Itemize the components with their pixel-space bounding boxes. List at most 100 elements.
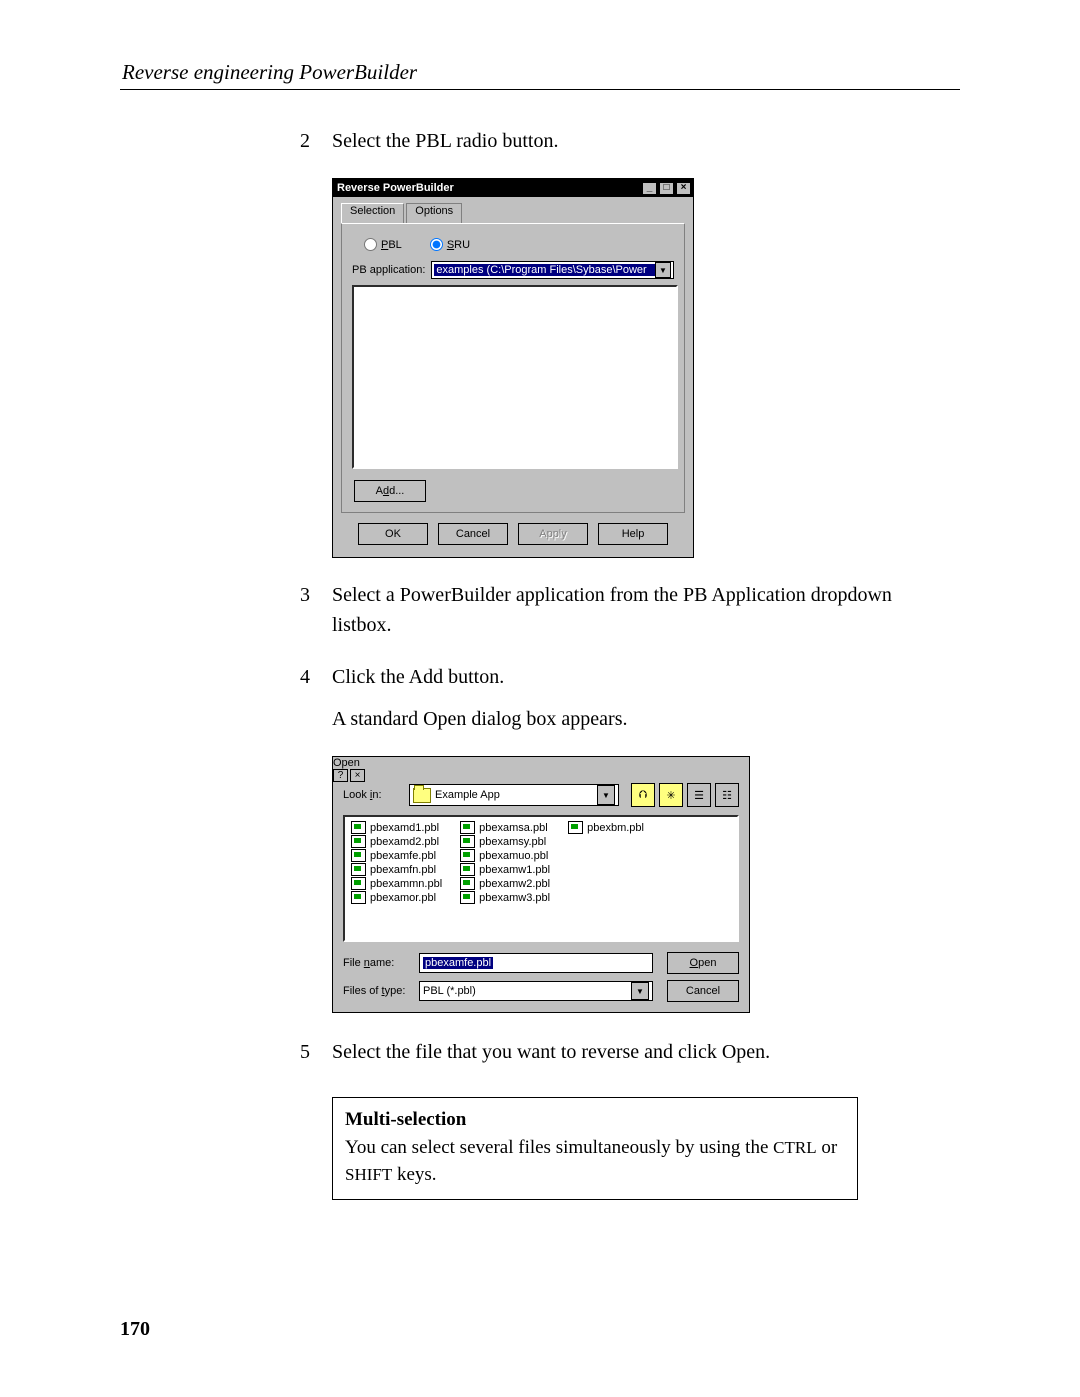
look-in-label: Look in:	[343, 789, 403, 801]
list-item[interactable]: pbexammn.pbl	[351, 877, 442, 890]
list-item[interactable]: pbexamsa.pbl	[460, 821, 550, 834]
tab-options[interactable]: Options	[406, 203, 462, 223]
files-of-type-value: PBL (*.pbl)	[423, 985, 631, 997]
file-name: pbexamfe.pbl	[370, 850, 436, 862]
file-icon	[351, 821, 366, 834]
ok-button[interactable]: OK	[358, 523, 428, 545]
step-number: 3	[294, 580, 310, 652]
title-bar: Open ? ×	[333, 757, 749, 775]
look-in-combo[interactable]: Example App ▼	[409, 784, 619, 806]
minimize-icon[interactable]: _	[642, 182, 657, 195]
title-bar: Reverse PowerBuilder _ □ ×	[333, 179, 693, 197]
list-item[interactable]: pbexamw3.pbl	[460, 891, 550, 904]
radio-sru[interactable]: SRU	[430, 238, 470, 251]
step-number: 2	[294, 126, 310, 168]
chevron-down-icon[interactable]: ▼	[597, 785, 615, 805]
note-title: Multi-selection	[345, 1106, 845, 1134]
file-name-input[interactable]: pbexamfe.pbl	[419, 953, 653, 973]
file-icon	[460, 835, 475, 848]
file-icon	[351, 849, 366, 862]
file-icon	[568, 821, 583, 834]
step-5: 5 Select the file that you want to rever…	[294, 1037, 930, 1079]
help-button[interactable]: Help	[598, 523, 668, 545]
running-header: Reverse engineering PowerBuilder	[120, 60, 960, 85]
list-item[interactable]: pbexamw2.pbl	[460, 877, 550, 890]
file-name: pbexamw2.pbl	[479, 878, 550, 890]
note-body: You can select several files simultaneou…	[345, 1134, 845, 1189]
details-view-icon[interactable]: ☷	[715, 783, 739, 807]
chevron-down-icon[interactable]: ▼	[631, 982, 649, 1000]
folder-icon	[413, 788, 431, 803]
step-3: 3 Select a PowerBuilder application from…	[294, 580, 930, 652]
list-item[interactable]: pbexamor.pbl	[351, 891, 442, 904]
file-name: pbexamw1.pbl	[479, 864, 550, 876]
list-item[interactable]: pbexamsy.pbl	[460, 835, 550, 848]
file-name: pbexamd2.pbl	[370, 836, 439, 848]
radio-pbl[interactable]: PBL	[364, 238, 402, 251]
help-icon[interactable]: ?	[333, 769, 348, 782]
file-icon	[460, 877, 475, 890]
add-button[interactable]: Add...	[354, 480, 426, 502]
file-icon	[351, 891, 366, 904]
dialog-title: Reverse PowerBuilder	[337, 182, 454, 194]
list-item[interactable]: pbexamuo.pbl	[460, 849, 550, 862]
pb-application-label: PB application:	[352, 264, 425, 276]
radio-sru-input[interactable]	[430, 238, 443, 251]
file-name: pbexamsy.pbl	[479, 836, 546, 848]
header-rule	[120, 89, 960, 90]
step-number: 5	[294, 1037, 310, 1079]
open-button[interactable]: Open	[667, 952, 739, 974]
list-item[interactable]: pbexamd2.pbl	[351, 835, 442, 848]
open-dialog: Open ? × Look in: Example App ▼ ⮉ ✳	[332, 756, 750, 1013]
look-in-value: Example App	[435, 789, 593, 801]
maximize-icon[interactable]: □	[659, 182, 674, 195]
file-name: pbexammn.pbl	[370, 878, 442, 890]
file-name: pbexamw3.pbl	[479, 892, 550, 904]
step-text: Select the PBL radio button.	[332, 126, 930, 168]
step-text: Select the file that you want to reverse…	[332, 1037, 930, 1079]
file-icon	[460, 863, 475, 876]
tab-panel-selection: PBL SRU PB application: examples (C:\Pro…	[341, 223, 685, 513]
close-icon[interactable]: ×	[676, 182, 691, 195]
file-name-label: File name:	[343, 957, 413, 969]
files-of-type-label: Files of type:	[343, 985, 413, 997]
page-number: 170	[120, 1318, 150, 1341]
file-name-value: pbexamfe.pbl	[423, 957, 493, 969]
files-of-type-combo[interactable]: PBL (*.pbl) ▼	[419, 981, 653, 1001]
cancel-button[interactable]: Cancel	[667, 980, 739, 1002]
new-folder-icon[interactable]: ✳	[659, 783, 683, 807]
file-name: pbexbm.pbl	[587, 822, 644, 834]
file-list-pane[interactable]: pbexamd1.pbl pbexamd2.pbl pbexamfe.pbl pbex…	[343, 815, 739, 942]
cancel-button[interactable]: Cancel	[438, 523, 508, 545]
list-item[interactable]: pbexamd1.pbl	[351, 821, 442, 834]
list-item[interactable]: pbexbm.pbl	[568, 821, 644, 834]
list-view-icon[interactable]: ☰	[687, 783, 711, 807]
dialog-footer: OK Cancel Apply Help	[341, 513, 685, 547]
tab-selection[interactable]: Selection	[341, 203, 404, 223]
list-item[interactable]: pbexamfe.pbl	[351, 849, 442, 862]
reverse-powerbuilder-dialog: Reverse PowerBuilder _ □ × Selection Opt…	[332, 178, 694, 558]
close-icon[interactable]: ×	[350, 769, 365, 782]
chevron-down-icon[interactable]: ▼	[655, 262, 671, 278]
multi-selection-note: Multi-selection You can select several f…	[332, 1097, 858, 1200]
file-name: pbexamor.pbl	[370, 892, 436, 904]
up-one-level-icon[interactable]: ⮉	[631, 783, 655, 807]
file-icon	[351, 877, 366, 890]
file-name: pbexamd1.pbl	[370, 822, 439, 834]
file-icon	[460, 849, 475, 862]
step-text: Select a PowerBuilder application from t…	[332, 580, 930, 652]
pb-application-combo[interactable]: examples (C:\Program Files\Sybase\Power …	[431, 261, 674, 279]
file-icon	[351, 835, 366, 848]
file-name: pbexamsa.pbl	[479, 822, 548, 834]
apply-button: Apply	[518, 523, 588, 545]
list-item[interactable]: pbexamw1.pbl	[460, 863, 550, 876]
file-listbox[interactable]	[352, 285, 678, 469]
step-2: 2 Select the PBL radio button.	[294, 126, 930, 168]
radio-pbl-input[interactable]	[364, 238, 377, 251]
step-text: Click the Add button. A standard Open di…	[332, 662, 930, 746]
tab-strip: Selection Options	[341, 203, 685, 223]
file-icon	[460, 891, 475, 904]
file-name: pbexamuo.pbl	[479, 850, 548, 862]
file-name: pbexamfn.pbl	[370, 864, 436, 876]
list-item[interactable]: pbexamfn.pbl	[351, 863, 442, 876]
